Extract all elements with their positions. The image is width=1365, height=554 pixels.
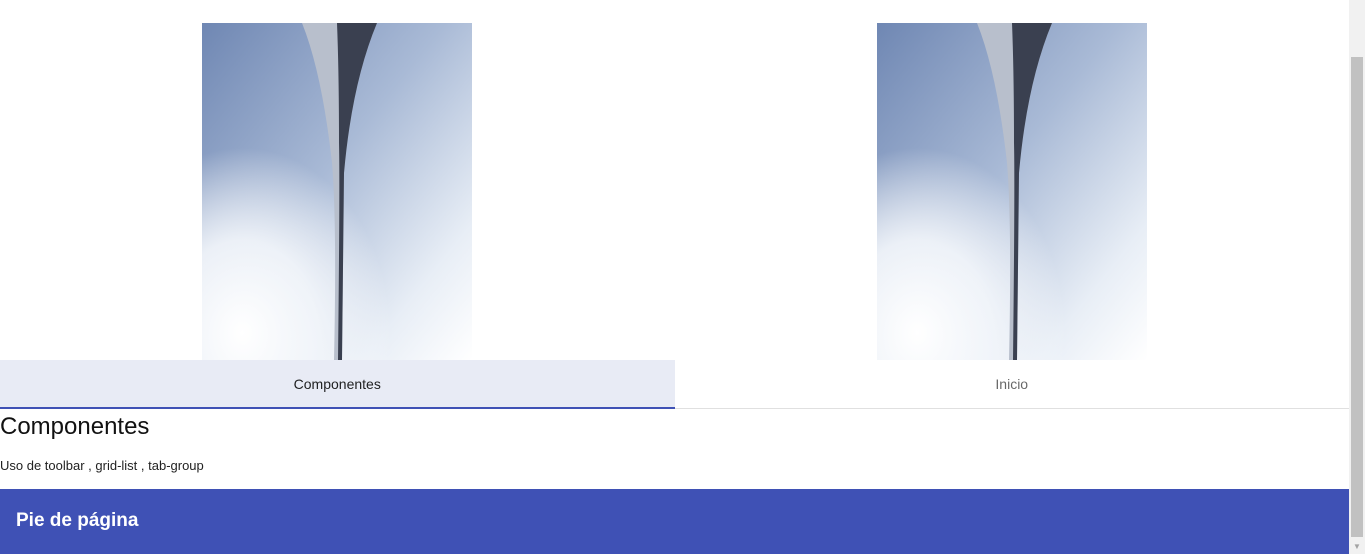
page: Componentes Inicio Componentes Uso de to…: [0, 0, 1349, 554]
tab-group: Componentes Inicio: [0, 0, 1349, 409]
footer: Pie de página: [0, 489, 1349, 554]
tab-content: Componentes Uso de toolbar , grid-list ,…: [0, 409, 204, 473]
tab-label: Inicio: [995, 376, 1029, 392]
chevron-down-icon[interactable]: ▼: [1349, 538, 1365, 554]
arch-photo-inicio: [877, 23, 1147, 360]
tab-inicio[interactable]: Inicio: [675, 360, 1350, 408]
arch-photo-componentes: [202, 23, 472, 360]
tab-images-row: [0, 0, 1349, 360]
footer-title: Pie de página: [16, 509, 139, 531]
tab-componentes[interactable]: Componentes: [0, 360, 675, 409]
scrollbar-thumb[interactable]: [1351, 57, 1363, 537]
content-description: Uso de toolbar , grid-list , tab-group: [0, 458, 204, 473]
content-title: Componentes: [0, 413, 150, 440]
tab-header: Componentes Inicio: [0, 360, 1349, 409]
tab-label: Componentes: [293, 376, 381, 392]
vertical-scrollbar[interactable]: ▼: [1349, 0, 1365, 554]
